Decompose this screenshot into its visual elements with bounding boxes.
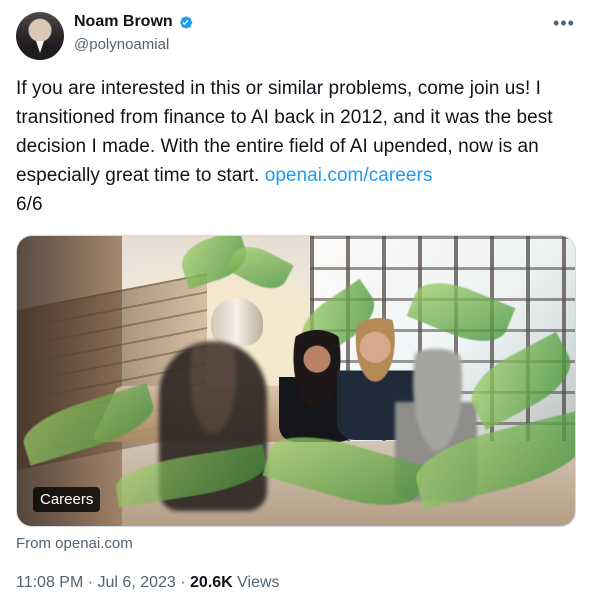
author-name-row: Noam Brown <box>74 12 196 32</box>
tweet-date[interactable]: Jul 6, 2023 <box>98 574 176 591</box>
author-info: Noam Brown @polynoamial <box>74 12 196 55</box>
author-avatar[interactable] <box>16 12 64 60</box>
tweet-meta: 11:08 PM · Jul 6, 2023 · 20.6K Views <box>16 573 280 593</box>
careers-link[interactable]: openai.com/careers <box>265 165 433 186</box>
tweet: Noam Brown @polynoamial ••• If you are i… <box>0 0 592 612</box>
card-source[interactable]: From openai.com <box>16 534 133 554</box>
meta-separator: · <box>83 574 98 591</box>
tweet-time[interactable]: 11:08 PM <box>16 574 83 591</box>
link-card-image[interactable]: Careers <box>16 235 576 527</box>
tweet-text: If you are interested in this or similar… <box>16 74 576 219</box>
views-count: 20.6K <box>190 574 233 591</box>
author-name[interactable]: Noam Brown <box>74 12 173 32</box>
views-label: Views <box>232 574 280 591</box>
author-handle[interactable]: @polynoamial <box>74 35 196 55</box>
plant-pot <box>211 298 263 346</box>
careers-badge: Careers <box>33 487 101 512</box>
tweet-text-after-link: 6/6 <box>16 194 43 215</box>
meta-separator: · <box>175 574 191 591</box>
verified-icon <box>179 15 192 29</box>
more-icon[interactable]: ••• <box>552 14 576 32</box>
